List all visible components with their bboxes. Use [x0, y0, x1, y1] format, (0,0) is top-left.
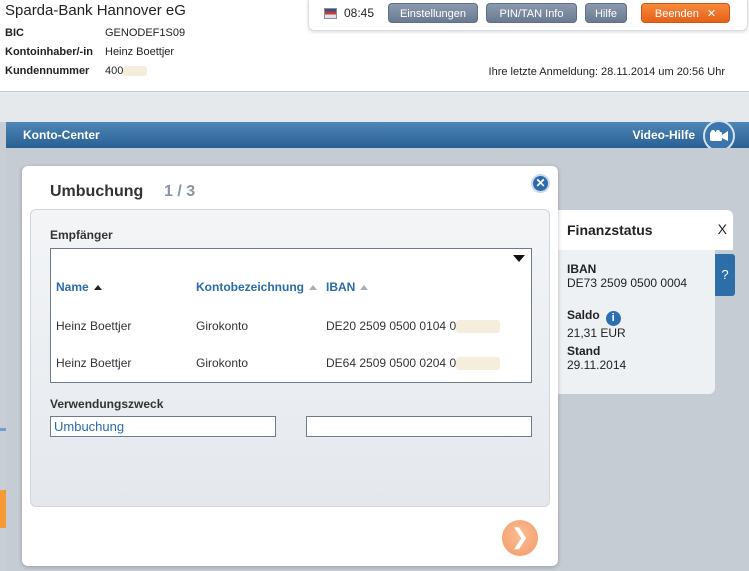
header-spacer	[0, 92, 749, 122]
finanzstatus-panel: Finanzstatus X IBAN DE73 2509 0500 0004 …	[545, 210, 733, 394]
settings-button[interactable]: Einstellungen	[388, 3, 478, 23]
finanzstatus-header: Finanzstatus X	[545, 210, 733, 250]
owner-label: Kontoinhaber/-in	[5, 46, 93, 58]
dialog-content: Empfänger Name Kontobezeichnung IBAN Hei…	[30, 209, 550, 507]
purpose-input-2[interactable]	[306, 416, 532, 437]
redaction-mask	[123, 66, 148, 77]
saldo-block: Saldo i 21,31 EUR	[567, 308, 626, 340]
control-panel: 08:45 Einstellungen PIN/TAN Info Hilfe B…	[308, 0, 748, 31]
owner-value: Heinz Boettjer	[105, 46, 175, 58]
finanzstatus-close-button[interactable]: X	[718, 221, 727, 237]
language-flag-icon[interactable]	[324, 8, 337, 19]
info-icon[interactable]: i	[605, 311, 621, 326]
customer-number-label: Kundennummer	[5, 65, 90, 77]
column-header-account[interactable]: Kontobezeichnung	[196, 280, 317, 294]
row-iban: DE20 2509 0500 0104 0	[326, 319, 501, 334]
bic-value: GENODEF1S09	[105, 27, 186, 39]
chevron-down-icon[interactable]	[513, 255, 525, 262]
purpose-input[interactable]: Umbuchung	[50, 416, 276, 437]
last-login-text: Ihre letzte Anmeldung: 28.11.2014 um 20:…	[488, 66, 725, 78]
iban-value: DE73 2509 0500 0004	[567, 276, 688, 290]
side-accent-orange	[0, 490, 6, 528]
row-account: Girokonto	[196, 319, 249, 333]
step-indicator: 1 / 3	[164, 183, 196, 200]
session-timer: 08:45	[344, 6, 375, 20]
recipient-select[interactable]	[50, 248, 532, 269]
row-iban: DE64 2509 0500 0204 0	[326, 356, 501, 371]
iban-block: IBAN DE73 2509 0500 0004	[567, 262, 687, 290]
transfer-dialog: Umbuchung 1 / 3 ✕ Empfänger Name Kontobe…	[22, 166, 558, 566]
stand-label: Stand	[567, 344, 601, 358]
logout-label: Beenden	[654, 8, 699, 20]
column-header-iban-label: IBAN	[326, 280, 356, 294]
side-accent	[0, 428, 6, 431]
row-account: Girokonto	[196, 356, 249, 370]
sort-asc-icon	[309, 285, 317, 290]
row-iban-text: DE20 2509 0500 0104 0	[326, 319, 457, 333]
pin-tan-info-button[interactable]: PIN/TAN Info	[486, 3, 577, 23]
customer-number-text: 400	[105, 65, 124, 77]
help-button[interactable]: Hilfe	[585, 3, 627, 23]
iban-label: IBAN	[567, 262, 597, 276]
dialog-close-button[interactable]: ✕	[531, 174, 550, 193]
saldo-label: Saldo	[567, 308, 600, 322]
logout-button[interactable]: Beenden ✕	[641, 3, 730, 23]
row-name: Heinz Boettjer	[56, 356, 132, 370]
saldo-value: 21,31 EUR	[567, 326, 626, 340]
finanzstatus-title: Finanzstatus	[567, 222, 653, 238]
next-button[interactable]: ❯	[502, 520, 538, 556]
konto-center-title: Konto-Center	[23, 128, 100, 142]
help-tab-button[interactable]: ?	[715, 254, 735, 296]
row-name: Heinz Boettjer	[56, 319, 132, 333]
purpose-label: Verwendungszweck	[50, 397, 164, 411]
redaction-mask	[456, 357, 501, 371]
redaction-mask	[456, 320, 501, 334]
recipient-label: Empfänger	[50, 228, 113, 242]
recipient-list[interactable]: Name Kontobezeichnung IBAN Heinz Boettje…	[50, 268, 532, 383]
finanzstatus-body: IBAN DE73 2509 0500 0004 Saldo i 21,31 EU…	[545, 250, 715, 394]
sort-asc-icon	[360, 285, 369, 290]
row-iban-text: DE64 2509 0500 0204 0	[326, 356, 457, 370]
bic-label: BIC	[5, 27, 24, 39]
sort-asc-icon	[93, 285, 102, 290]
column-header-name[interactable]: Name	[56, 280, 102, 294]
column-header-name-label: Name	[56, 280, 89, 294]
column-header-iban[interactable]: IBAN	[326, 280, 369, 294]
customer-number-value: 400	[105, 65, 148, 77]
stand-block: Stand 29.11.2014	[567, 344, 626, 372]
close-icon: ✕	[706, 8, 717, 20]
konto-center-bar: Konto-Center Video-Hilfe	[6, 120, 749, 152]
dialog-title: Umbuchung	[50, 183, 144, 200]
video-help-link[interactable]: Video-Hilfe	[633, 128, 695, 142]
stand-value: 29.11.2014	[567, 358, 627, 372]
column-header-account-label: Kontobezeichnung	[196, 280, 304, 294]
bank-name: Sparda-Bank Hannover eG	[5, 2, 186, 19]
